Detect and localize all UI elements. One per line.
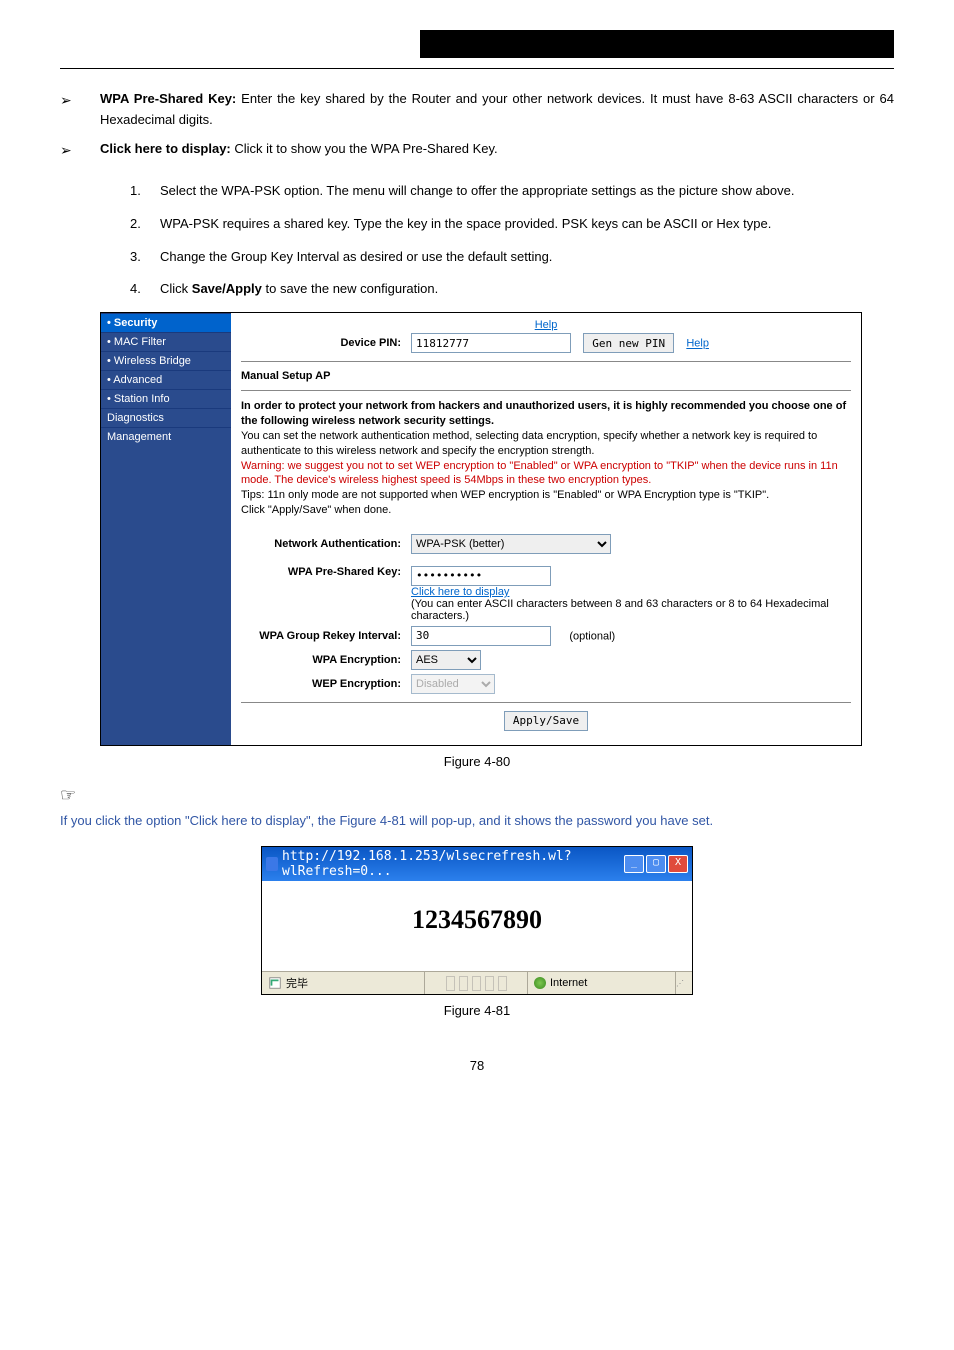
rekey-optional: (optional) bbox=[569, 630, 615, 642]
status-internet-text: Internet bbox=[550, 977, 587, 989]
sidebar: • Security • MAC Filter • Wireless Bridg… bbox=[101, 313, 231, 745]
sidebar-item-security[interactable]: • Security bbox=[101, 313, 231, 332]
step-text-3: Change the Group Key Interval as desired… bbox=[160, 247, 894, 268]
wpa-enc-select[interactable]: AES bbox=[411, 650, 481, 670]
section-divider bbox=[241, 702, 851, 703]
progress-segment bbox=[459, 976, 468, 991]
popup-url: http://192.168.1.253/wlsecrefresh.wl?wlR… bbox=[282, 849, 624, 879]
maximize-button[interactable]: ▢ bbox=[646, 855, 666, 873]
step-num-4: 4. bbox=[130, 279, 160, 300]
status-done-text: 完毕 bbox=[286, 975, 308, 991]
wep-enc-select: Disabled bbox=[411, 674, 495, 694]
gen-new-pin-button[interactable]: Gen new PIN bbox=[583, 333, 674, 353]
popup-window: http://192.168.1.253/wlsecrefresh.wl?wlR… bbox=[261, 846, 693, 995]
sidebar-item-advanced[interactable]: • Advanced bbox=[101, 370, 231, 389]
sidebar-item-wireless-bridge[interactable]: • Wireless Bridge bbox=[101, 351, 231, 370]
rekey-label: WPA Group Rekey Interval: bbox=[241, 630, 411, 642]
sidebar-item-station-info[interactable]: • Station Info bbox=[101, 389, 231, 408]
minimize-button[interactable]: _ bbox=[624, 855, 644, 873]
main-panel: Help Device PIN: Gen new PIN Help Manual… bbox=[231, 313, 861, 745]
intro-tips: Tips: 11n only mode are not supported wh… bbox=[241, 488, 851, 503]
psk-label: WPA Pre-Shared Key: bbox=[241, 566, 411, 578]
progress-segment bbox=[498, 976, 507, 991]
internet-icon bbox=[534, 977, 546, 989]
figure-caption-1: Figure 4-80 bbox=[60, 754, 894, 769]
bullet-label-1: WPA Pre-Shared Key: bbox=[100, 91, 236, 106]
help-link-top[interactable]: Help bbox=[535, 319, 558, 331]
bullet-item-2: Click here to display: Click it to show … bbox=[100, 139, 894, 161]
popup-body: 1234567890 bbox=[262, 881, 692, 971]
page-number: 78 bbox=[60, 1058, 894, 1073]
close-button[interactable]: X bbox=[668, 855, 688, 873]
bullet-glyph: ➢ bbox=[60, 89, 100, 131]
device-pin-input[interactable] bbox=[411, 333, 571, 353]
resize-grip[interactable]: ⋰ bbox=[676, 979, 692, 988]
intro-click: Click "Apply/Save" when done. bbox=[241, 503, 851, 518]
bullet-label-2: Click here to display: bbox=[100, 141, 231, 156]
bullet-item-1: WPA Pre-Shared Key: Enter the key shared… bbox=[100, 89, 894, 131]
note-icon: ☞ bbox=[60, 785, 894, 806]
sidebar-item-diagnostics[interactable]: Diagnostics bbox=[101, 408, 231, 427]
step-num-1: 1. bbox=[130, 181, 160, 202]
wpa-enc-label: WPA Encryption: bbox=[241, 654, 411, 666]
figure-caption-2: Figure 4-81 bbox=[60, 1003, 894, 1018]
done-icon bbox=[268, 976, 282, 990]
note-text: If you click the option "Click here to d… bbox=[60, 810, 894, 832]
network-auth-label: Network Authentication: bbox=[241, 538, 411, 550]
apply-save-button[interactable]: Apply/Save bbox=[504, 711, 588, 731]
step-text-2: WPA-PSK requires a shared key. Type the … bbox=[160, 214, 894, 235]
sidebar-item-mac-filter[interactable]: • MAC Filter bbox=[101, 332, 231, 351]
step-num-3: 3. bbox=[130, 247, 160, 268]
network-auth-select[interactable]: WPA-PSK (better) bbox=[411, 534, 611, 554]
manual-setup-title: Manual Setup AP bbox=[241, 370, 851, 382]
bullet-text-2: Click it to show you the WPA Pre-Shared … bbox=[231, 141, 498, 156]
step-text-1: Select the WPA-PSK option. The menu will… bbox=[160, 181, 894, 202]
popup-statusbar: 完毕 Internet ⋰ bbox=[262, 971, 692, 994]
psk-hint: (You can enter ASCII characters between … bbox=[411, 598, 829, 622]
popup-password: 1234567890 bbox=[262, 905, 692, 935]
intro-warning: Warning: we suggest you not to set WEP e… bbox=[241, 459, 851, 489]
help-link[interactable]: Help bbox=[686, 338, 709, 350]
progress-segment bbox=[446, 976, 455, 991]
rekey-input[interactable] bbox=[411, 626, 551, 646]
intro-plain: You can set the network authentication m… bbox=[241, 429, 851, 459]
section-divider bbox=[241, 361, 851, 362]
progress-segment bbox=[485, 976, 494, 991]
progress-segment bbox=[472, 976, 481, 991]
psk-input[interactable] bbox=[411, 566, 551, 586]
click-here-to-display-link[interactable]: Click here to display bbox=[411, 586, 509, 598]
sidebar-item-management[interactable]: Management bbox=[101, 427, 231, 446]
router-settings-screenshot: • Security • MAC Filter • Wireless Bridg… bbox=[100, 312, 862, 746]
device-pin-label: Device PIN: bbox=[241, 337, 411, 349]
wep-enc-label: WEP Encryption: bbox=[241, 678, 411, 690]
section-divider bbox=[241, 390, 851, 391]
step-text-4: Click Save/Apply to save the new configu… bbox=[160, 279, 894, 300]
step-num-2: 2. bbox=[130, 214, 160, 235]
intro-bold: In order to protect your network from ha… bbox=[241, 399, 851, 429]
popup-titlebar: http://192.168.1.253/wlsecrefresh.wl?wlR… bbox=[262, 847, 692, 881]
header-rule bbox=[60, 68, 894, 69]
ie-icon bbox=[266, 857, 278, 871]
header-black-bar bbox=[420, 30, 894, 58]
bullet-glyph: ➢ bbox=[60, 139, 100, 161]
